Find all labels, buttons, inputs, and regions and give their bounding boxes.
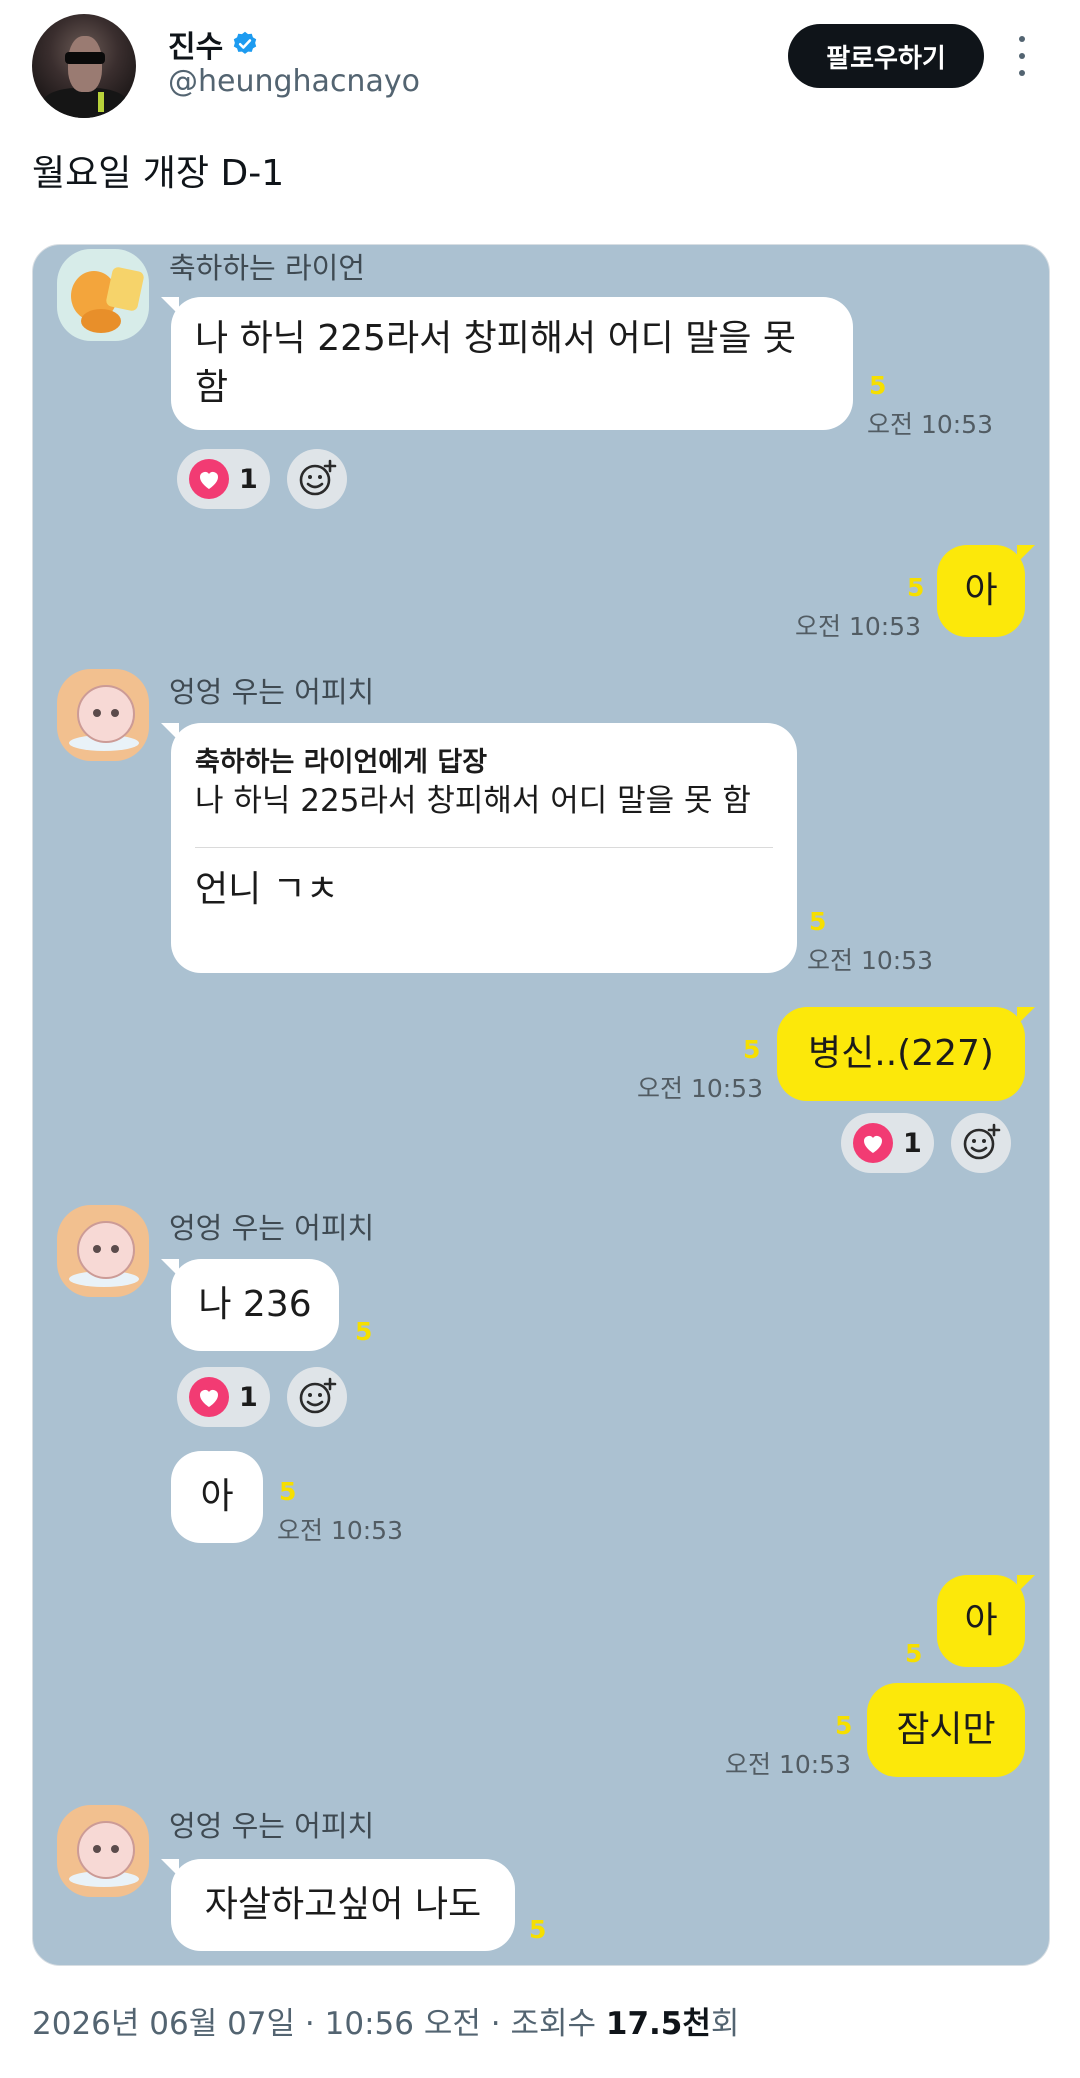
profile-avatar[interactable] — [32, 14, 136, 118]
message-time: 오전 10:53 — [795, 612, 921, 641]
unread-count: 5 — [743, 1035, 761, 1064]
views-count: 17.5천 — [605, 2006, 711, 2042]
reaction-pill[interactable]: 1 — [841, 1113, 934, 1173]
sender-name: 엉엉 우는 어피치 — [169, 1809, 375, 1843]
reply-title: 축하하는 라이언에게 답장 — [195, 747, 488, 778]
peach-avatar — [57, 1805, 149, 1897]
message-text: 나 하닉 225라서 창피해서 어디 말을 못 함 — [195, 318, 797, 408]
tweet-date[interactable]: 2026년 06월 07일 — [32, 2006, 295, 2042]
unread-count: 5 — [355, 1317, 373, 1346]
unread-count: 5 — [529, 1915, 547, 1944]
message-text: 병신..(227) — [808, 1032, 994, 1074]
heart-icon — [189, 1377, 229, 1417]
my-message-bubble: 아 — [937, 545, 1035, 637]
message-bubble: 나 하닉 225라서 창피해서 어디 말을 못 함 — [161, 297, 853, 431]
heart-icon — [853, 1123, 893, 1163]
verified-badge-icon — [234, 31, 257, 54]
message-text: 잠시만 — [896, 1708, 996, 1750]
more-options-icon[interactable] — [1016, 36, 1028, 76]
chat-screenshot: 축하하는 라이언 나 하닉 225라서 창피해서 어디 말을 못 함 5 오전 … — [32, 244, 1050, 1966]
sender-name: 엉엉 우는 어피치 — [169, 1211, 375, 1245]
author-name-row: 진수 — [168, 22, 259, 66]
my-message-bubble: 잠시만 — [867, 1683, 1025, 1777]
message-time: 오전 10:53 — [277, 1516, 403, 1545]
views-label: 조회수 — [510, 2006, 597, 2042]
follow-button[interactable]: 팔로우하기 — [788, 24, 984, 88]
peach-avatar — [57, 669, 149, 761]
unread-count: 5 — [279, 1477, 297, 1506]
unread-count: 5 — [907, 573, 925, 602]
message-text: 언니 ㄱㅊ — [195, 869, 339, 911]
separator: · — [490, 2006, 501, 2042]
reaction-pill[interactable]: 1 — [177, 449, 270, 509]
tweet-time[interactable]: 10:56 오전 — [325, 2006, 481, 2042]
message-text: 아 — [200, 1475, 234, 1517]
sender-name: 축하하는 라이언 — [169, 251, 365, 285]
message-time: 오전 10:53 — [807, 946, 933, 975]
reaction-pill[interactable]: 1 — [177, 1367, 270, 1427]
sender-name: 엉엉 우는 어피치 — [169, 675, 375, 709]
tweet-text: 월요일 개장 D-1 — [32, 153, 285, 194]
author-handle[interactable]: @heunghacnayo — [168, 64, 420, 99]
message-bubble: 아 — [171, 1451, 263, 1543]
message-text: 나 236 — [198, 1283, 312, 1325]
reaction-count: 1 — [903, 1127, 922, 1159]
unread-count: 5 — [905, 1639, 923, 1668]
message-text: 아 — [964, 1599, 998, 1641]
heart-icon — [189, 459, 229, 499]
reply-message-bubble: 축하하는 라이언에게 답장 나 하닉 225라서 창피해서 어디 말을 못 함 … — [161, 723, 797, 973]
tweet-meta: 2026년 06월 07일 · 10:56 오전 · 조회수 17.5천회 — [32, 1998, 739, 2043]
lion-avatar — [57, 249, 149, 341]
message-time: 오전 10:53 — [725, 1750, 851, 1779]
unread-count: 5 — [835, 1711, 853, 1740]
author-name[interactable]: 진수 — [168, 22, 223, 66]
separator: · — [304, 2006, 315, 2042]
my-message-bubble: 병신..(227) — [777, 1007, 1035, 1101]
reply-preview: 나 하닉 225라서 창피해서 어디 말을 못 함 — [195, 783, 751, 820]
message-time: 오전 10:53 — [867, 410, 993, 439]
message-bubble: 자살하고싶어 나도 — [161, 1859, 515, 1951]
message-time: 오전 10:53 — [637, 1074, 763, 1103]
message-text: 자살하고싶어 나도 — [204, 1883, 482, 1925]
peach-avatar — [57, 1205, 149, 1297]
add-reaction-icon[interactable] — [287, 1367, 347, 1427]
add-reaction-icon[interactable] — [287, 449, 347, 509]
my-message-bubble: 아 — [937, 1575, 1035, 1667]
reaction-count: 1 — [239, 1381, 258, 1413]
message-bubble: 나 236 — [161, 1259, 339, 1351]
reply-divider — [195, 847, 773, 849]
unread-count: 5 — [869, 371, 887, 400]
reaction-count: 1 — [239, 463, 258, 495]
add-reaction-icon[interactable] — [951, 1113, 1011, 1173]
unread-count: 5 — [809, 907, 827, 936]
message-text: 아 — [964, 569, 998, 611]
views-suffix: 회 — [710, 2006, 740, 2042]
